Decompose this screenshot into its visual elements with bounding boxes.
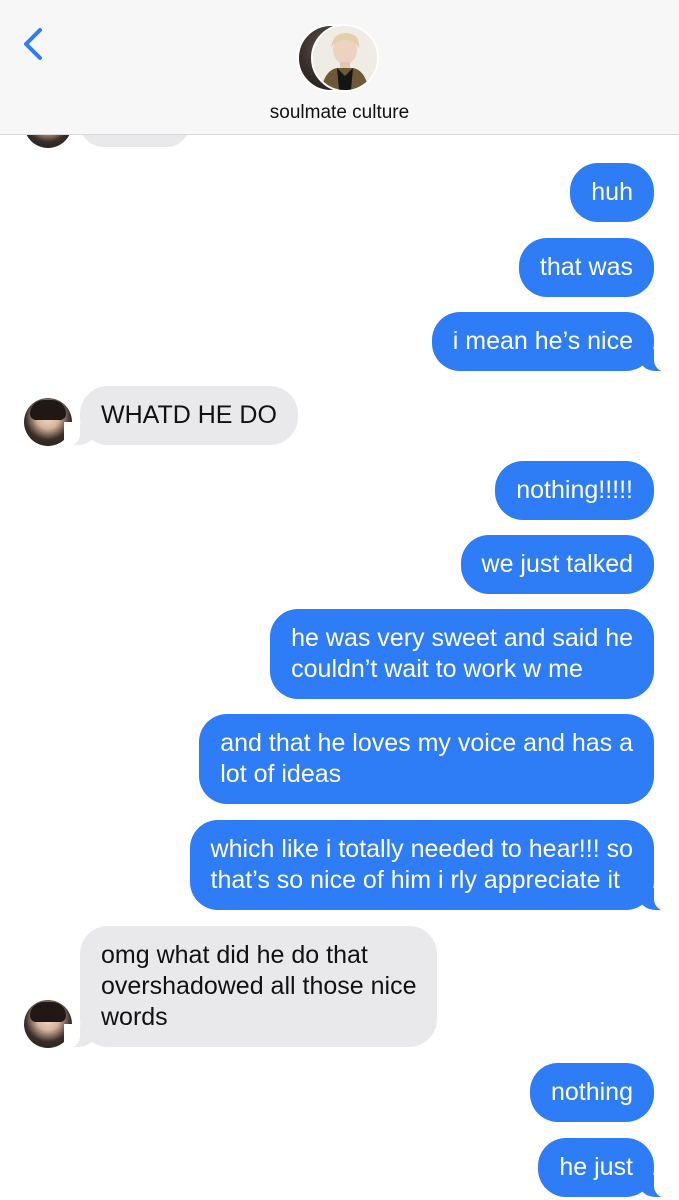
chevron-left-icon [24,28,42,60]
message-text-line: overshadowed all those nice [101,972,417,1000]
incoming-message-bubble[interactable]: omg what did he do that overshadowed all… [63,926,438,1048]
message-text: that was [539,253,633,281]
message-text-line: he was very sweet and said he [291,624,633,652]
outgoing-message-bubble[interactable]: he was very sweet and said he couldn’t w… [270,609,654,699]
incoming-message-bubble[interactable]: WHATD HE DO [64,386,298,446]
back-button[interactable] [16,22,52,66]
message-text: WHATD HE DO [101,401,277,429]
message-text-line: which like i totally needed to hear!!! s… [210,835,633,863]
message-text-line: omg what did he do that [101,941,368,969]
message-text: we just talked [481,550,633,578]
message-text: huh [591,178,633,206]
outgoing-message-bubble[interactable]: that was [518,238,654,297]
outgoing-message-bubble[interactable]: nothing [529,1063,654,1122]
message-text-line: lot of ideas [220,760,342,788]
outgoing-message-bubble[interactable]: we just talked [460,535,654,594]
message-text: nothing!!!!! [516,476,633,504]
outgoing-message-bubble[interactable]: he just [538,1138,670,1198]
outgoing-message-bubble[interactable]: nothing!!!!! [495,461,654,520]
contact-name[interactable]: soulmate culture [0,102,679,124]
message-text-line: that’s so nice of him i rly appreciate i… [210,866,620,894]
messages-screen: soulmate culture huh that was i mean he’… [0,0,679,1200]
message-text-line: and that he loves my voice and has a [220,729,633,757]
message-text-line: words [101,1003,168,1031]
outgoing-message-bubble[interactable]: which like i totally needed to hear!!! s… [189,820,671,911]
contact-avatar-front [311,24,379,92]
message-text: nothing [550,1078,633,1106]
message-text-line: couldn’t wait to work w me [291,655,583,683]
conversation-header: soulmate culture [0,0,679,135]
outgoing-message-bubble[interactable]: and that he loves my voice and has a lot… [199,714,654,804]
message-text: i mean he’s nice [452,327,633,355]
message-text: he just [559,1153,633,1181]
outgoing-message-bubble[interactable]: huh [570,163,654,222]
contact-avatar-group[interactable] [297,24,383,92]
outgoing-message-bubble[interactable]: i mean he’s nice [431,312,671,372]
